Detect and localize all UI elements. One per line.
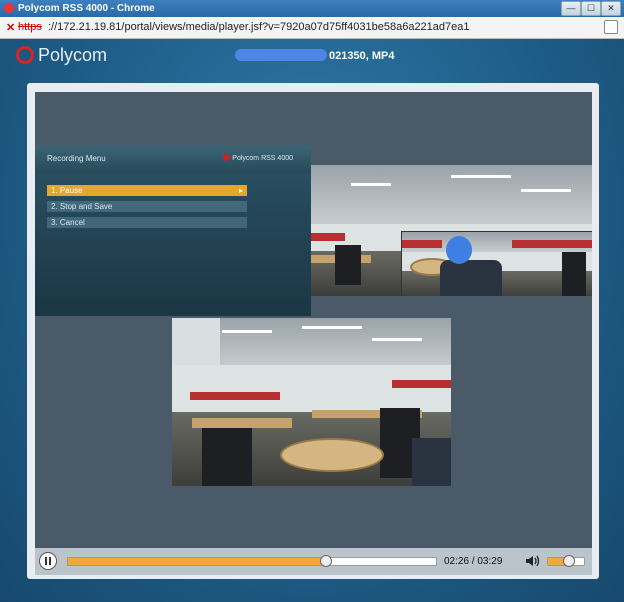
chevron-right-icon: ▸ [238, 186, 243, 195]
app-icon [4, 3, 14, 13]
page-action-icon[interactable] [604, 20, 618, 34]
logo-text: Polycom [38, 45, 108, 65]
polycom-logo-icon [16, 46, 34, 64]
duration: 03:29 [477, 556, 503, 567]
insecure-lock-icon: ✕ [6, 22, 16, 34]
file-title-text: 021350, MP4 [329, 50, 395, 62]
url-scheme: https [18, 21, 42, 33]
redaction-mark [235, 49, 327, 61]
file-title: 021350, MP4 [235, 49, 394, 62]
maximize-button[interactable]: ☐ [581, 1, 601, 16]
menu-item-pause[interactable]: 1. Pause ▸ [47, 185, 247, 196]
recording-menu-brand: Polycom RSS 4000 [223, 154, 293, 162]
player-controls: 02:26 / 03:29 [35, 548, 592, 575]
current-time: 02:26 [444, 556, 470, 567]
window-title: Polycom RSS 4000 - Chrome [18, 3, 155, 14]
video-area[interactable]: Recording Menu Polycom RSS 4000 1. Pause… [35, 92, 592, 548]
url-text[interactable]: ://172.21.19.81/portal/views/media/playe… [48, 21, 470, 33]
menu-item-cancel[interactable]: 3. Cancel [47, 217, 247, 228]
video-scene-main [172, 318, 451, 486]
minimize-button[interactable]: — [561, 1, 581, 16]
window-titlebar: Polycom RSS 4000 - Chrome — ☐ ✕ [0, 0, 624, 17]
volume-slider[interactable] [547, 555, 585, 567]
video-pip [401, 231, 592, 296]
close-button[interactable]: ✕ [601, 1, 621, 16]
polycom-dot-icon [223, 154, 231, 161]
pause-button[interactable] [39, 552, 57, 570]
video-scene-top [311, 165, 592, 296]
menu-item-stop-and-save[interactable]: 2. Stop and Save [47, 201, 247, 212]
volume-icon[interactable] [525, 554, 541, 568]
seek-bar[interactable] [67, 555, 437, 567]
recording-menu: Recording Menu Polycom RSS 4000 1. Pause… [35, 145, 311, 316]
polycom-logo: Polycom [16, 45, 107, 66]
recording-menu-title: Recording Menu [47, 154, 106, 163]
face-redaction [446, 236, 472, 264]
address-bar[interactable]: ✕ https ://172.21.19.81/portal/views/med… [0, 17, 624, 39]
volume-handle[interactable] [562, 555, 575, 567]
time-display: 02:26 / 03:29 [444, 556, 503, 567]
seek-handle[interactable] [320, 555, 332, 567]
seek-progress [68, 558, 326, 565]
